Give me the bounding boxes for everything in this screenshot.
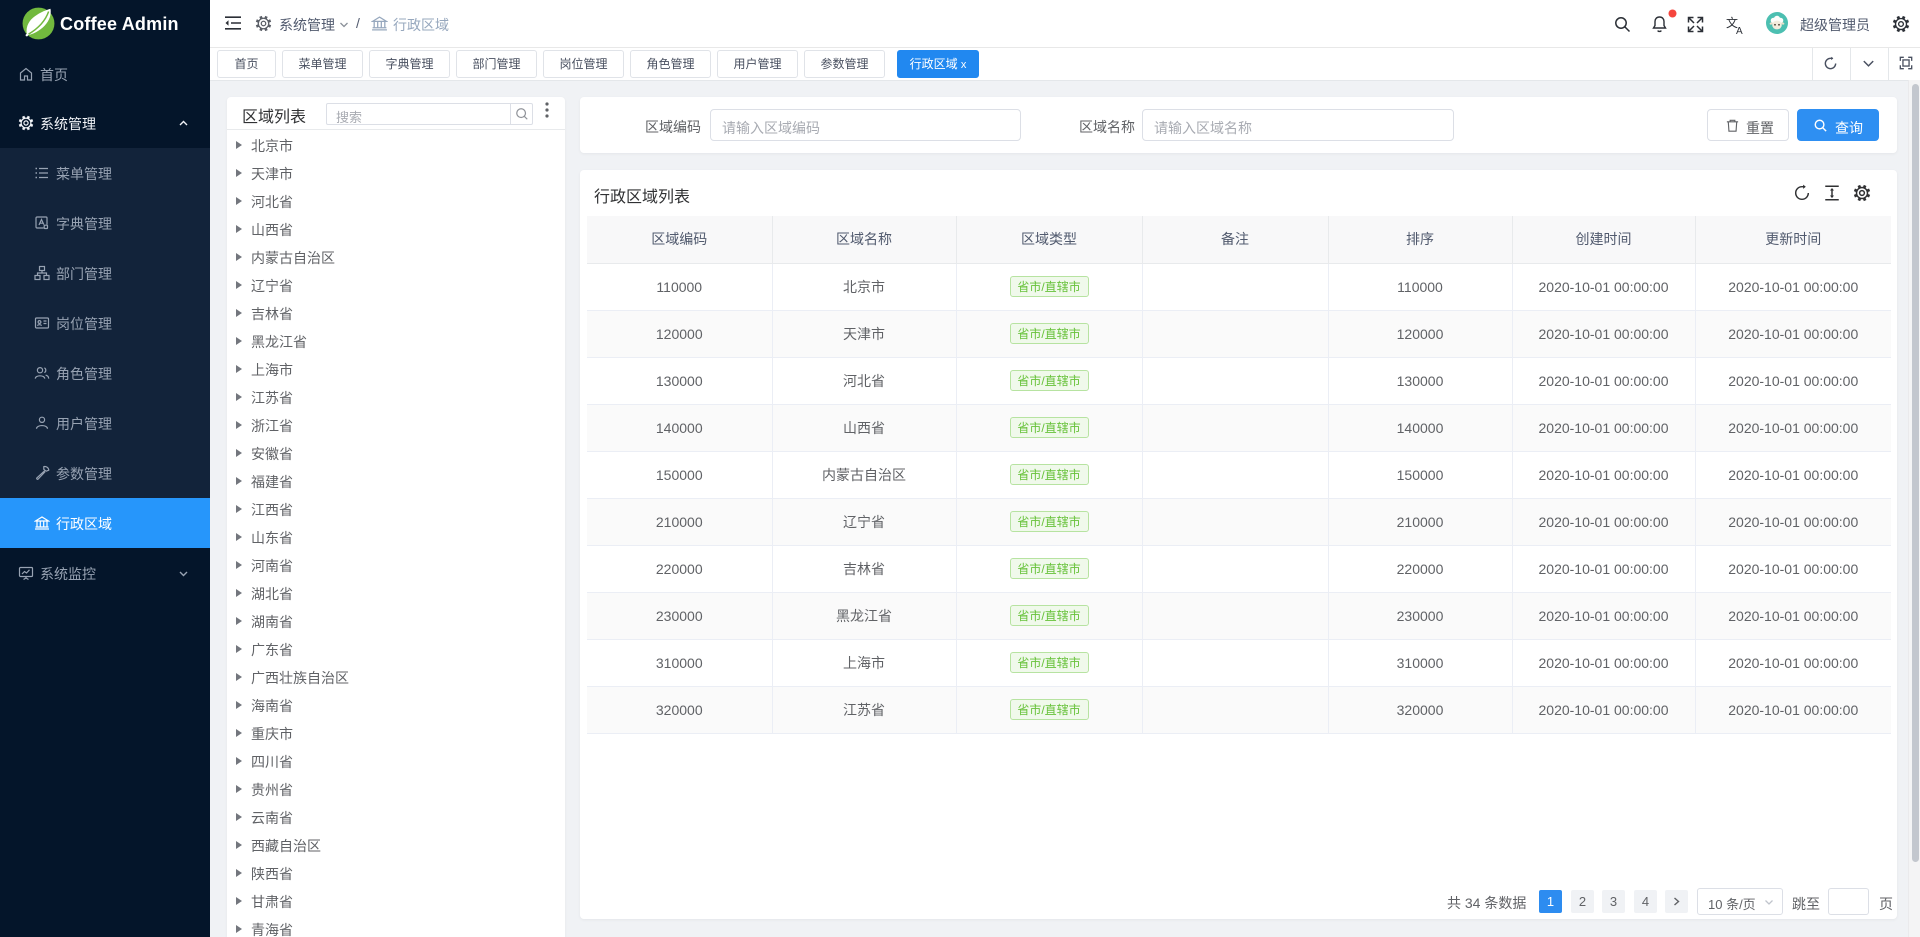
svg-text:A: A [1736, 26, 1743, 35]
